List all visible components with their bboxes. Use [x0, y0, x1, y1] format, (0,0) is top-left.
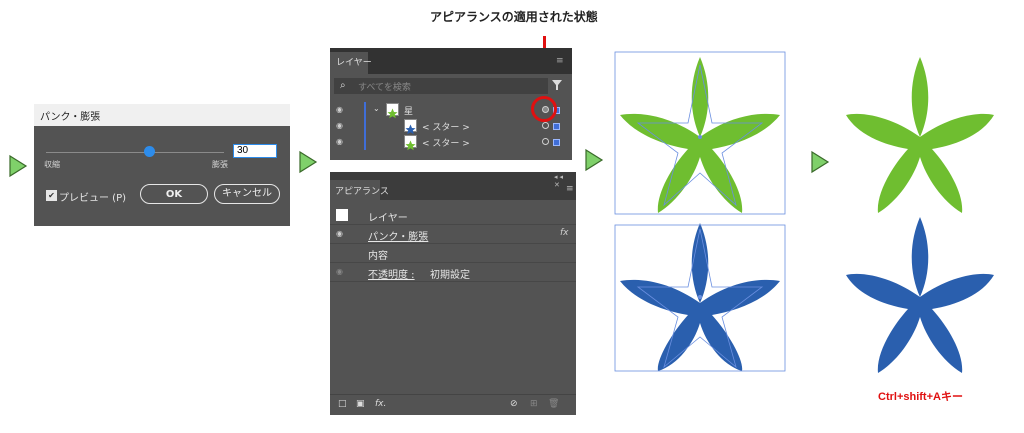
visibility-eye-icon[interactable]: ◉ — [336, 105, 343, 114]
layers-tabbar: レイヤー ≡ — [330, 48, 572, 74]
add-effect-icon[interactable]: fx. — [375, 399, 386, 409]
chevron-down-icon[interactable]: ⌄ — [373, 104, 380, 113]
appearance-row-label: レイヤー — [368, 213, 408, 224]
path-thumbnail — [404, 119, 417, 135]
blue-star-shape[interactable] — [614, 223, 786, 372]
flow-arrow-icon — [299, 150, 318, 174]
expanded-stars — [846, 57, 994, 373]
slider-max-label: 膨張 — [212, 160, 228, 169]
appearance-row-opacity[interactable]: ◉ 不透明度 : 初期設定 — [330, 263, 576, 282]
preview-label[interactable]: プレビュー (P) — [59, 189, 126, 204]
green-star-expanded — [846, 57, 994, 213]
visibility-eye-icon[interactable]: ◉ — [336, 121, 343, 130]
pucker-slider-thumb[interactable] — [143, 146, 155, 157]
selection-indicator[interactable] — [553, 139, 560, 146]
appearance-bottom-toolbar: □ ▣ fx. ⊘ ⊞ 🗑 — [330, 394, 576, 415]
pucker-bloat-dialog: パンク・膨張 収縮 膨張 30 ✔ プレビュー (P) OK キャンセル — [34, 104, 290, 226]
layer-name: 星 — [404, 107, 414, 117]
visibility-eye-icon[interactable]: ◉ — [336, 229, 343, 238]
layer-row-path-2[interactable]: ◉ < スター > — [330, 134, 572, 151]
pucker-value-input[interactable]: 30 — [233, 144, 277, 158]
green-star-shape[interactable] — [614, 51, 786, 215]
clear-appearance-icon[interactable]: ⊘ — [510, 399, 518, 409]
appearance-target-icon[interactable] — [542, 138, 549, 145]
appearance-effect-link[interactable]: パンク・膨張 — [368, 228, 428, 243]
path-thumbnail — [404, 135, 417, 151]
duplicate-item-icon[interactable]: ⊞ — [530, 399, 538, 409]
opacity-link[interactable]: 不透明度 : — [368, 266, 415, 281]
layer-swatch — [336, 209, 348, 221]
slider-min-label: 収縮 — [44, 160, 60, 169]
flow-arrow-icon — [9, 154, 28, 178]
opacity-value: 初期設定 — [430, 270, 470, 281]
flow-arrow-icon — [585, 148, 604, 172]
layers-search-input[interactable]: すべてを検索 — [358, 80, 411, 93]
appearance-row-layer[interactable]: レイヤー — [330, 206, 576, 225]
search-icon: ⌕ — [340, 80, 346, 91]
appearance-panel: ◂◂ ✕ アピアランス ≡ レイヤー ◉ パンク・膨張 fx 内容 ◉ 不透明度… — [330, 172, 576, 415]
panel-menu-icon[interactable]: ≡ — [566, 184, 574, 194]
layer-color-bar — [364, 134, 366, 150]
appearance-row-label: 内容 — [368, 251, 388, 262]
trash-icon[interactable]: 🗑 — [548, 399, 559, 409]
visibility-eye-icon[interactable]: ◉ — [336, 267, 343, 276]
shortcut-label: Ctrl+shift+Aキー — [878, 391, 963, 403]
panel-menu-icon[interactable]: ≡ — [556, 56, 564, 66]
pucker-slider-track[interactable] — [46, 152, 224, 153]
filter-icon[interactable] — [552, 80, 562, 90]
layer-color-bar — [364, 118, 366, 134]
cancel-button[interactable]: キャンセル — [214, 184, 280, 204]
artboard-selected-stars[interactable] — [612, 45, 792, 375]
path-name: < スター > — [422, 139, 470, 149]
fx-icon[interactable]: fx — [560, 228, 569, 238]
path-name: < スター > — [422, 123, 470, 133]
blue-star-expanded — [846, 217, 994, 373]
visibility-eye-icon[interactable]: ◉ — [336, 137, 343, 146]
appearance-row-pucker-bloat[interactable]: ◉ パンク・膨張 fx — [330, 225, 576, 244]
dialog-title: パンク・膨張 — [40, 112, 101, 123]
dialog-titlebar[interactable]: パンク・膨張 — [34, 104, 290, 126]
appearance-row-contents[interactable]: 内容 — [330, 244, 576, 263]
layer-row-path-1[interactable]: ◉ < スター > — [330, 118, 572, 135]
tab-layers-label: レイヤー — [336, 58, 372, 68]
layers-search-box[interactable]: ⌕ すべてを検索 — [334, 78, 548, 94]
add-stroke-icon[interactable]: □ — [338, 399, 347, 409]
flow-arrow-icon — [811, 150, 830, 174]
appearance-tabbar: ◂◂ ✕ アピアランス ≡ — [330, 172, 576, 200]
selection-indicator[interactable] — [553, 123, 560, 130]
add-fill-icon[interactable]: ▣ — [356, 399, 365, 409]
layer-thumbnail — [386, 103, 399, 119]
layer-color-bar — [364, 102, 366, 118]
appearance-target-icon[interactable] — [542, 122, 549, 129]
annotation-label: アピアランスの適用された状態 — [430, 10, 598, 24]
annotation-highlight-circle — [531, 96, 557, 122]
preview-checkbox[interactable]: ✔ — [46, 190, 57, 201]
tab-appearance-label: アピアランス — [335, 187, 389, 197]
ok-button[interactable]: OK — [140, 184, 208, 204]
